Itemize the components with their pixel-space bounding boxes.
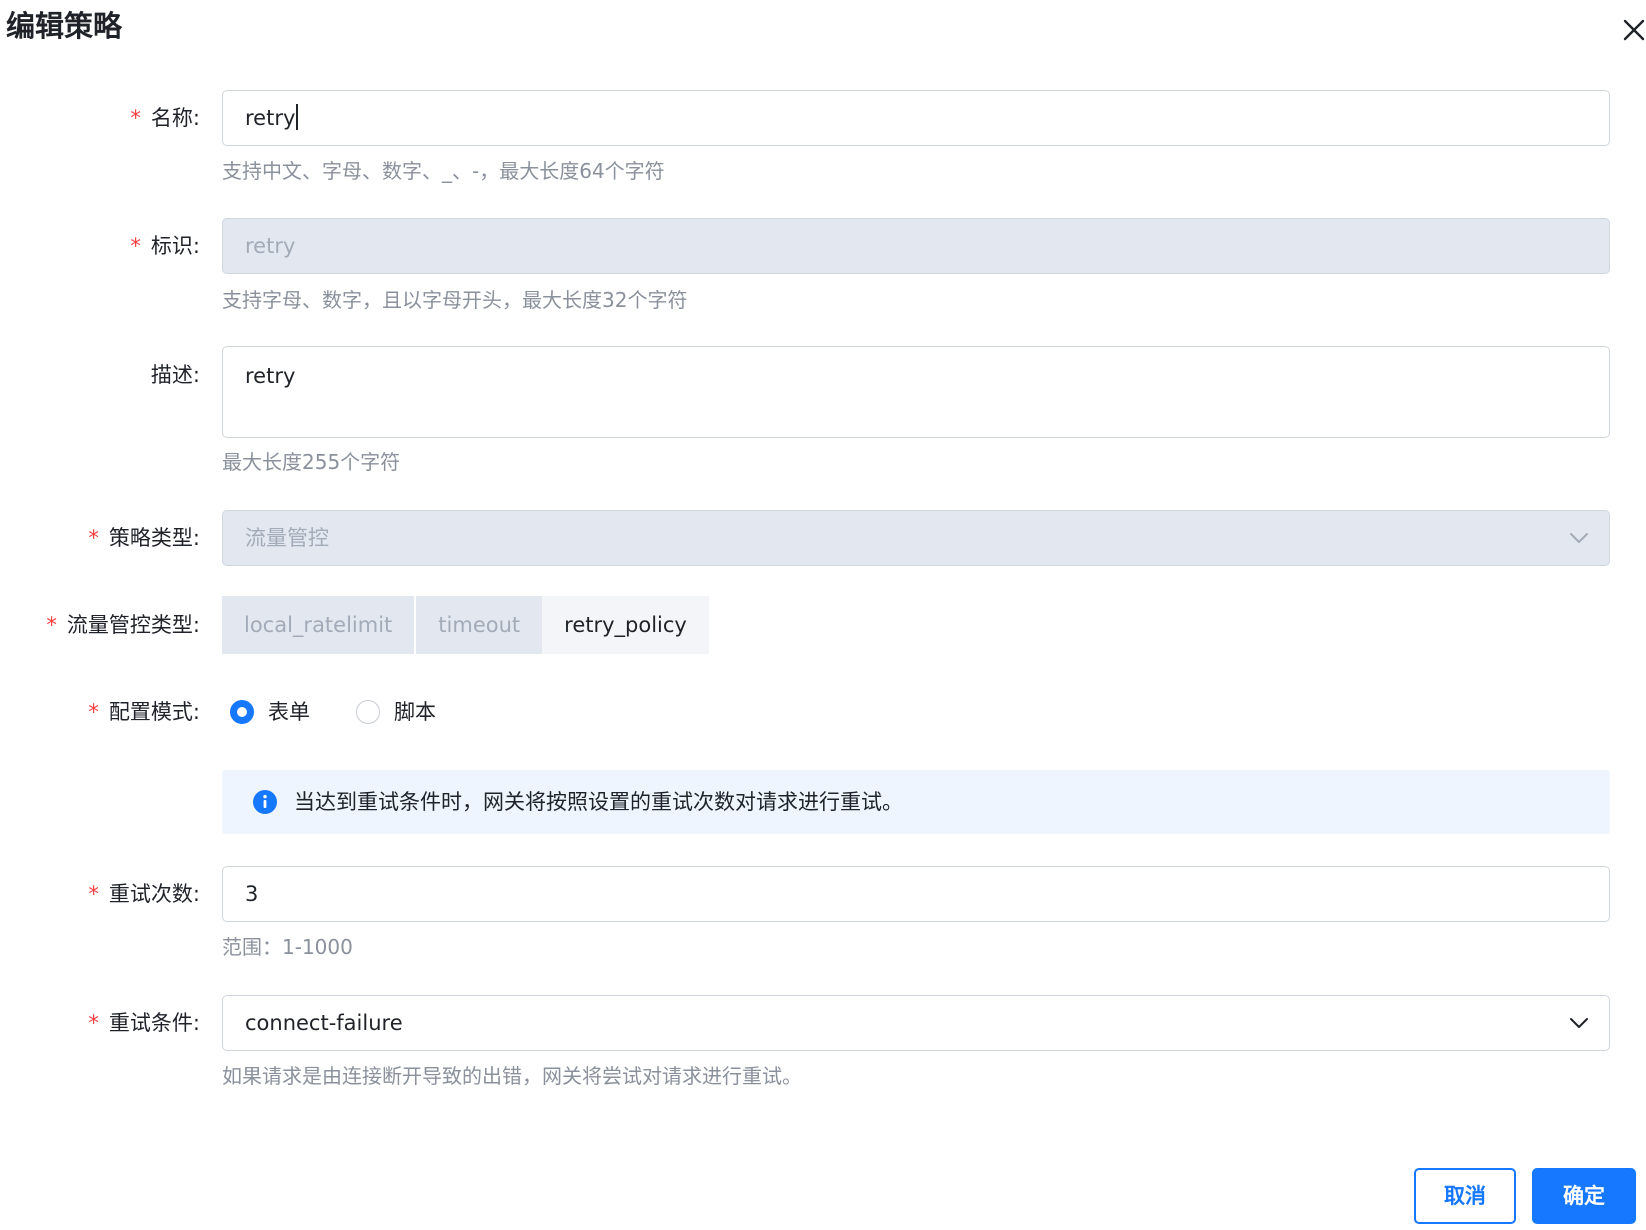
identifier-label: * 标识: <box>130 234 200 258</box>
required-mark: * <box>88 526 99 550</box>
info-text: 当达到重试条件时，网关将按照设置的重试次数对请求进行重试。 <box>294 790 903 814</box>
required-mark: * <box>46 613 57 637</box>
confirm-button[interactable]: 确定 <box>1532 1168 1636 1224</box>
identifier-input: retry <box>222 218 1610 274</box>
required-mark: * <box>130 234 141 258</box>
cancel-button[interactable]: 取消 <box>1414 1168 1516 1224</box>
required-mark: * <box>88 700 99 724</box>
retry-count-input[interactable]: 3 <box>222 866 1610 922</box>
policy-type-label: * 策略类型: <box>88 526 200 550</box>
required-mark: * <box>130 106 141 130</box>
close-button[interactable] <box>1618 14 1646 46</box>
close-icon <box>1618 14 1646 46</box>
info-alert: 当达到重试条件时，网关将按照设置的重试次数对请求进行重试。 <box>222 770 1610 834</box>
required-mark: * <box>88 882 99 906</box>
retry-condition-hint: 如果请求是由连接断开导致的出错，网关将尝试对请求进行重试。 <box>222 1064 802 1088</box>
segment-retry-policy[interactable]: retry_policy <box>542 596 709 654</box>
name-label: * 名称: <box>130 106 200 130</box>
retry-condition-label: * 重试条件: <box>88 1011 200 1035</box>
info-icon <box>252 789 278 815</box>
config-mode-label: * 配置模式: <box>88 700 200 724</box>
radio-unchecked-icon[interactable] <box>356 700 380 724</box>
description-hint: 最大长度255个字符 <box>222 450 401 474</box>
retry-count-hint: 范围：1-1000 <box>222 935 353 959</box>
dialog-title: 编辑策略 <box>6 9 123 43</box>
identifier-hint: 支持字母、数字，且以字母开头，最大长度32个字符 <box>222 288 688 312</box>
segment-timeout[interactable]: timeout <box>414 596 543 654</box>
retry-condition-select[interactable]: connect-failure <box>222 995 1610 1051</box>
radio-script[interactable]: 脚本 <box>356 697 436 727</box>
radio-form[interactable]: 表单 <box>230 697 310 727</box>
config-mode-radio-group: 表单 脚本 <box>230 697 482 727</box>
chevron-down-icon <box>1567 526 1591 550</box>
name-hint: 支持中文、字母、数字、_、-，最大长度64个字符 <box>222 159 665 183</box>
description-textarea[interactable]: retry <box>222 346 1610 438</box>
segment-local-ratelimit[interactable]: local_ratelimit <box>222 596 415 654</box>
text-caret <box>296 104 298 130</box>
policy-type-select: 流量管控 <box>222 510 1610 566</box>
traffic-type-label: * 流量管控类型: <box>46 613 200 637</box>
radio-checked-icon[interactable] <box>230 700 254 724</box>
name-input[interactable]: retry <box>222 90 1610 146</box>
required-mark: * <box>88 1011 99 1035</box>
description-label: 描述: <box>150 363 200 387</box>
retry-count-label: * 重试次数: <box>88 882 200 906</box>
traffic-type-segmented: local_ratelimit timeout retry_policy <box>222 596 709 654</box>
chevron-down-icon <box>1567 1011 1591 1035</box>
